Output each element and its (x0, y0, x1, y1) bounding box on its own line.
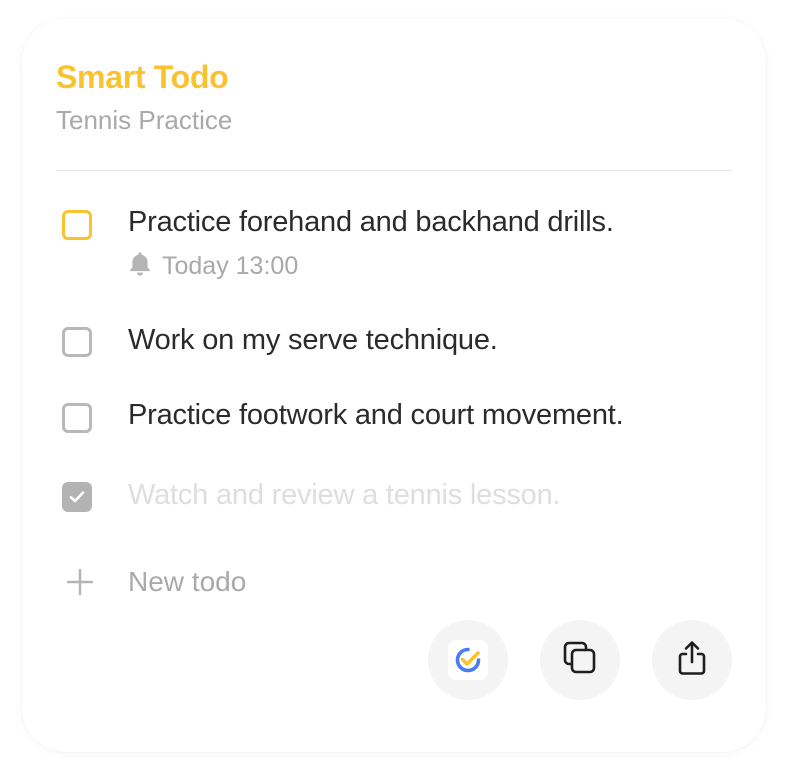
checkmark-icon (69, 491, 85, 503)
header-divider (56, 170, 732, 171)
reminder-time: Today 13:00 (162, 252, 299, 280)
todo-text[interactable]: Practice footwork and court movement. (128, 397, 624, 433)
todo-checkbox[interactable] (62, 482, 92, 512)
todo-item: Practice footwork and court movement. (56, 397, 732, 437)
todo-checkbox[interactable] (62, 327, 92, 357)
todo-item: Watch and review a tennis lesson. (56, 477, 732, 517)
copy-icon (562, 640, 598, 681)
todo-text[interactable]: Work on my serve technique. (128, 322, 498, 358)
copy-button[interactable] (540, 620, 620, 700)
plus-icon (66, 568, 94, 601)
list-subtitle: Tennis Practice (56, 105, 233, 135)
app-title: Smart Todo (56, 59, 229, 95)
todo-text[interactable]: Practice forehand and backhand drills. (128, 204, 614, 240)
new-todo-input[interactable]: New todo (56, 562, 732, 602)
todo-card: Smart Todo Tennis Practice Practice fore… (22, 18, 766, 752)
bell-icon (128, 251, 152, 281)
todo-item: Work on my serve technique. (56, 322, 732, 362)
open-app-button[interactable] (428, 620, 508, 700)
share-icon (676, 640, 708, 681)
reminder[interactable]: Today 13:00 (128, 251, 298, 281)
todo-checkbox[interactable] (62, 403, 92, 433)
todo-checkbox[interactable] (62, 210, 92, 240)
new-todo-placeholder: New todo (128, 566, 247, 597)
ticktick-app-icon (448, 640, 488, 680)
share-button[interactable] (652, 620, 732, 700)
todo-text[interactable]: Watch and review a tennis lesson. (128, 477, 561, 513)
todo-item: Practice forehand and backhand drills. T… (56, 204, 732, 290)
